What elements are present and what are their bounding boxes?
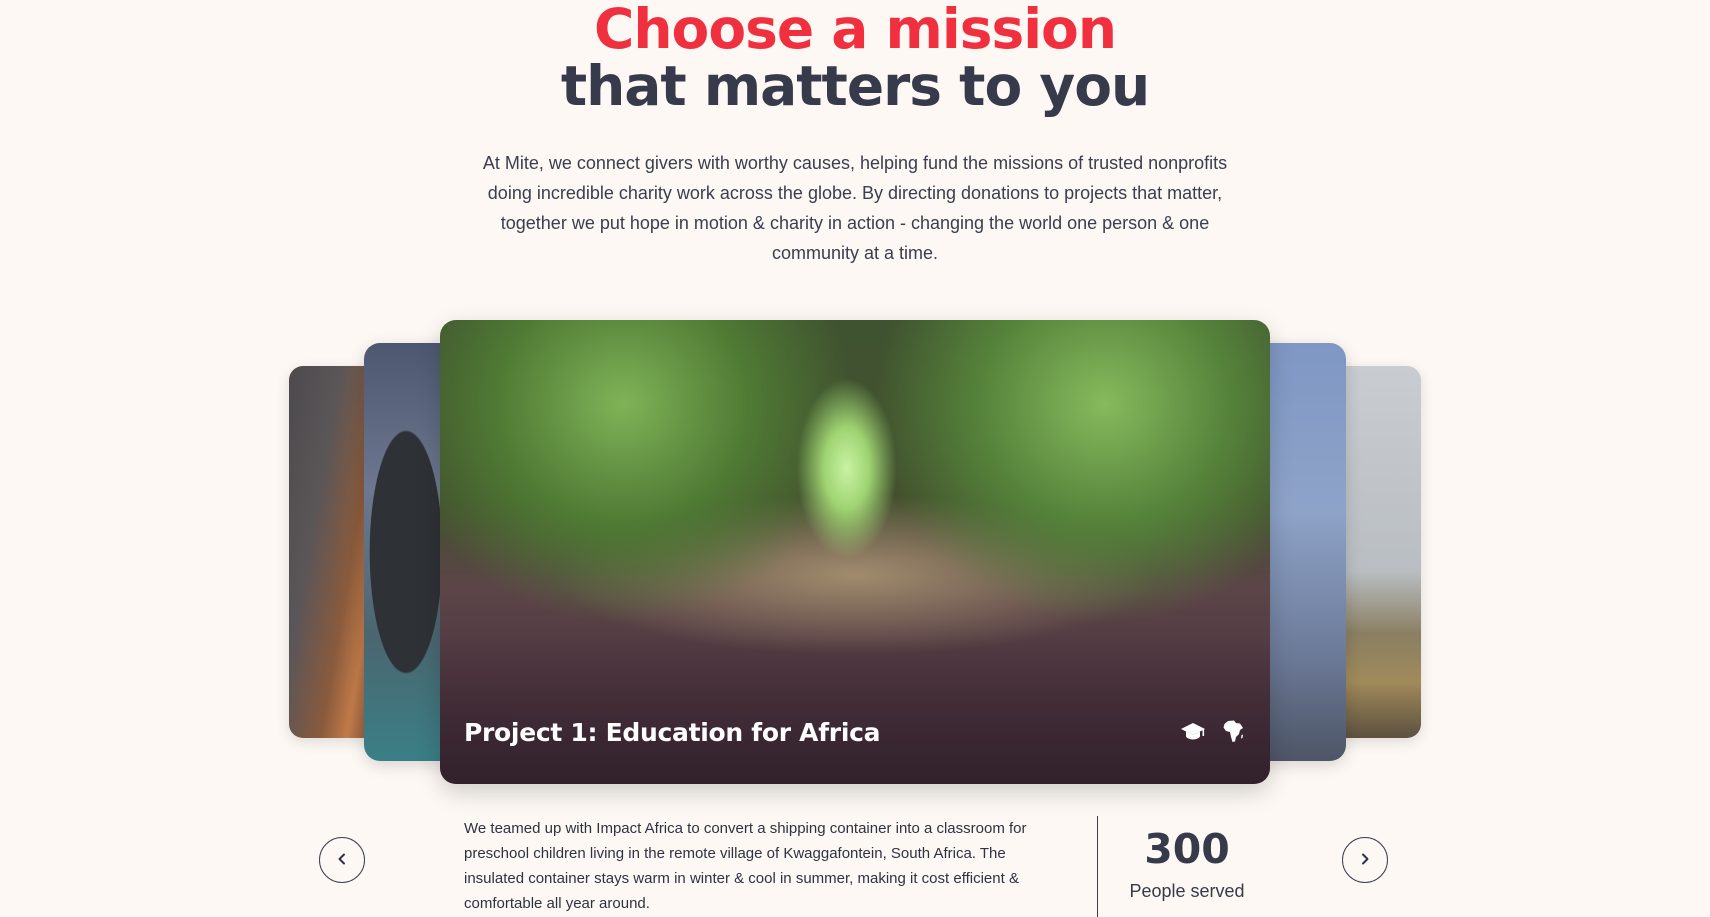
project-description: We teamed up with Impact Africa to conve… [464, 820, 1027, 912]
project-category-icons [1180, 718, 1246, 744]
project-title: Project 1: Education for Africa [464, 718, 881, 747]
stat-value: 300 [1144, 825, 1230, 873]
chevron-right-icon [1358, 852, 1372, 869]
heading-main: that matters to you [560, 54, 1150, 118]
chevron-left-icon [335, 852, 349, 869]
card-image-shade [440, 634, 1270, 784]
carousel-prev-button[interactable] [319, 837, 365, 883]
graduation-cap-icon [1180, 718, 1206, 744]
africa-map-icon [1220, 718, 1246, 744]
carousel-card-active[interactable]: Project 1: Education for Africa [440, 320, 1270, 784]
intro-paragraph: At Mite, we connect givers with worthy c… [482, 153, 1228, 263]
stat-divider [1097, 816, 1098, 917]
stat-label: People served [1129, 881, 1245, 901]
carousel-next-button[interactable] [1342, 837, 1388, 883]
